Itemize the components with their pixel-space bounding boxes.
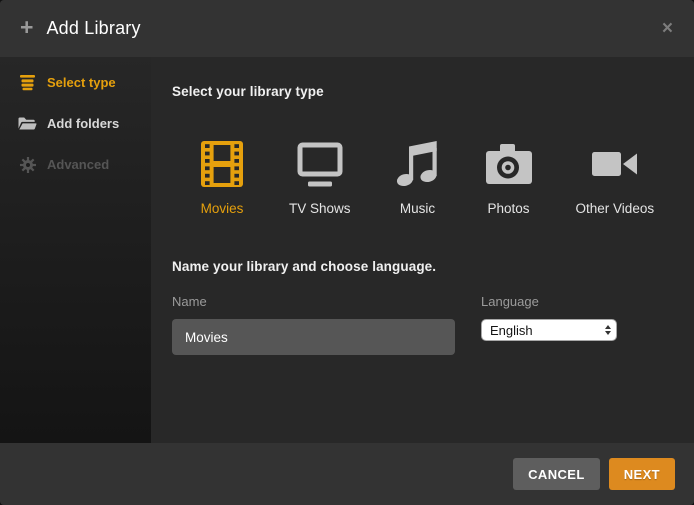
library-type-label: Music: [400, 201, 435, 216]
library-type-music[interactable]: Music: [394, 139, 442, 216]
type-lines-icon: [18, 74, 37, 91]
dialog-title: Add Library: [46, 18, 140, 39]
sidebar-item-add-folders[interactable]: Add folders: [0, 103, 151, 144]
video-camera-icon: [592, 139, 637, 189]
sidebar-item-select-type[interactable]: Select type: [0, 62, 151, 103]
library-type-label: Movies: [201, 201, 244, 216]
sidebar-item-advanced[interactable]: Advanced: [0, 144, 151, 185]
library-type-label: Photos: [488, 201, 530, 216]
library-name-input[interactable]: [172, 319, 455, 355]
close-icon[interactable]: ×: [662, 19, 673, 38]
name-field-label: Name: [172, 294, 455, 309]
library-type-label: Other Videos: [576, 201, 655, 216]
type-section-heading: Select your library type: [172, 84, 670, 99]
music-note-icon: [396, 139, 440, 189]
dialog-body: Select type Add folders: [0, 57, 694, 443]
language-select-value: English: [490, 323, 533, 338]
select-arrows-icon: [605, 325, 611, 336]
language-field-label: Language: [481, 294, 617, 309]
plus-icon: +: [20, 16, 33, 39]
library-type-other-videos[interactable]: Other Videos: [576, 139, 655, 216]
library-type-photos[interactable]: Photos: [485, 139, 533, 216]
add-library-dialog: + Add Library × Select type: [0, 0, 694, 505]
sidebar-item-label: Advanced: [47, 157, 109, 172]
folder-icon: [18, 116, 37, 131]
language-select[interactable]: English: [481, 319, 617, 341]
gear-icon: [18, 157, 37, 173]
dialog-header: + Add Library ×: [0, 0, 694, 57]
dialog-footer: CANCEL NEXT: [0, 443, 694, 505]
library-type-movies[interactable]: Movies: [198, 139, 246, 216]
film-icon: [201, 139, 243, 189]
sidebar-item-label: Select type: [47, 75, 116, 90]
tv-icon: [297, 139, 343, 189]
language-field-group: Language English: [481, 294, 617, 355]
library-type-row: Movies TV Shows: [198, 139, 670, 216]
name-field-group: Name: [172, 294, 455, 355]
wizard-steps-sidebar: Select type Add folders: [0, 57, 151, 443]
library-type-tv-shows[interactable]: TV Shows: [289, 139, 351, 216]
camera-icon: [486, 139, 532, 189]
cancel-button[interactable]: CANCEL: [513, 458, 600, 490]
sidebar-item-label: Add folders: [47, 116, 119, 131]
name-section-heading: Name your library and choose language.: [172, 259, 670, 274]
name-language-form: Name Language English: [172, 294, 670, 355]
main-panel: Select your library type: [151, 57, 694, 443]
next-button[interactable]: NEXT: [609, 458, 675, 490]
library-type-label: TV Shows: [289, 201, 351, 216]
